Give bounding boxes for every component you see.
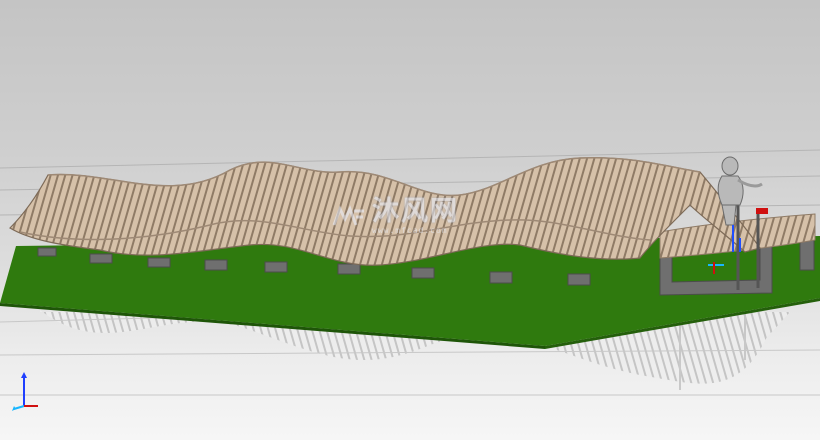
mf-logo-icon (332, 204, 364, 226)
axis-triad-icon[interactable] (8, 372, 44, 412)
watermark-brand: 沐风网 (372, 196, 459, 226)
cad-viewport[interactable]: 沐风网 www.mfcad.com (0, 0, 820, 440)
watermark-url: www.mfcad.com (372, 226, 448, 235)
watermark: 沐风网 www.mfcad.com (332, 198, 459, 235)
reference-figure[interactable] (717, 156, 763, 226)
